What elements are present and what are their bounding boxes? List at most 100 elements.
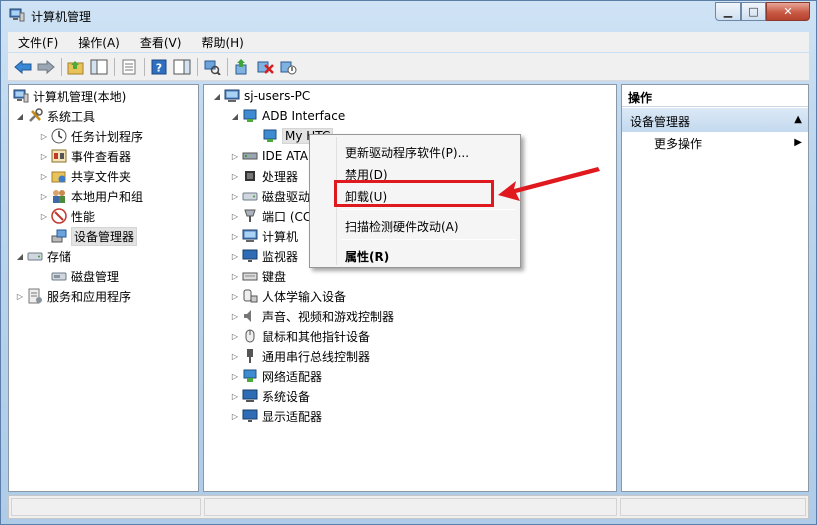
tree-item-label: 系统工具 (47, 109, 96, 124)
close-button[interactable]: ✕ (766, 2, 810, 21)
tree-item-disk-management[interactable]: 磁盘管理 (51, 266, 119, 286)
update-driver-button[interactable] (231, 56, 253, 78)
display-adapter-icon (242, 409, 258, 422)
back-button[interactable] (12, 56, 34, 78)
menu-update-driver[interactable]: 更新驱动程序软件(P)... (313, 140, 517, 162)
storage-icon (27, 252, 43, 261)
forward-button[interactable] (35, 56, 57, 78)
tree-item-storage[interactable]: ◢ 存储 (15, 246, 71, 266)
scan-hardware-button[interactable] (201, 56, 223, 78)
tree-item-label: 磁盘管理 (71, 269, 120, 284)
computer-icon (224, 89, 240, 102)
device-category-label: 人体学输入设备 (262, 289, 347, 304)
tree-item-task-scheduler[interactable]: ▷ 任务计划程序 (39, 126, 143, 146)
collapsed-arrow-icon[interactable]: ▷ (230, 272, 240, 281)
device-category-hid[interactable]: ▷ 人体学输入设备 (230, 286, 346, 306)
collapsed-arrow-icon[interactable]: ▷ (39, 172, 49, 181)
device-category-display[interactable]: ▷ 显示适配器 (230, 406, 322, 426)
up-level-button[interactable] (65, 56, 87, 78)
device-category-network[interactable]: ▷ 网络适配器 (230, 366, 322, 386)
expanded-arrow-icon[interactable]: ◢ (212, 92, 222, 101)
tree-item-event-viewer[interactable]: ▷ 事件查看器 (39, 146, 131, 166)
device-category-keyboards[interactable]: ▷ 键盘 (230, 266, 286, 286)
menu-action[interactable]: 操作(A) (68, 34, 130, 51)
collapsed-arrow-icon[interactable]: ▷ (230, 192, 240, 201)
collapsed-arrow-icon[interactable]: ▷ (230, 292, 240, 301)
menu-properties[interactable]: 属性(R) (313, 244, 517, 266)
collapsed-arrow-icon[interactable]: ▷ (39, 152, 49, 161)
tree-item-label: 本地用户和组 (71, 189, 144, 204)
collapse-up-icon[interactable]: ▲ (794, 114, 802, 125)
collapsed-arrow-icon[interactable]: ▷ (230, 392, 240, 401)
export-list-button[interactable] (118, 56, 140, 78)
collapsed-arrow-icon[interactable]: ▷ (15, 292, 25, 301)
cpu-icon (245, 171, 255, 181)
action-pane-icon (173, 59, 191, 74)
menu-view[interactable]: 查看(V) (130, 34, 192, 51)
expanded-arrow-icon[interactable]: ◢ (230, 112, 240, 121)
uninstall-highlight-box (334, 180, 494, 207)
console-tree-pane[interactable]: 计算机管理(本地) ◢ 系统工具 ▷ 任务计划程序 ▷ 事件查看器 ▷ 共享文件… (8, 84, 199, 492)
toolbar: ? (8, 53, 809, 81)
close-icon: ✕ (783, 5, 793, 18)
menu-scan-hardware[interactable]: 扫描检测硬件改动(A) (313, 214, 517, 236)
collapsed-arrow-icon[interactable]: ▷ (230, 352, 240, 361)
collapsed-arrow-icon[interactable]: ▷ (230, 332, 240, 341)
minimize-button[interactable]: ▁ (715, 2, 741, 21)
tree-item-local-users-groups[interactable]: ▷ 本地用户和组 (39, 186, 143, 206)
performance-icon (51, 208, 67, 224)
expanded-arrow-icon[interactable]: ◢ (15, 112, 25, 121)
device-root[interactable]: ◢ sj-users-PC (212, 86, 310, 106)
tree-item-shared-folders[interactable]: ▷ 共享文件夹 (39, 166, 131, 186)
device-category-label: 鼠标和其他指针设备 (262, 329, 371, 344)
device-category-usb[interactable]: ▷ 通用串行总线控制器 (230, 346, 370, 366)
maximize-button[interactable]: □ (741, 2, 766, 21)
collapsed-arrow-icon[interactable]: ▷ (230, 232, 240, 241)
show-hide-tree-button[interactable] (88, 56, 110, 78)
more-actions-link[interactable]: 更多操作 (654, 135, 702, 152)
device-category-label: 系统设备 (262, 389, 311, 404)
collapsed-arrow-icon[interactable]: ▷ (230, 212, 240, 221)
menu-help[interactable]: 帮助(H) (191, 34, 253, 51)
device-category-mice[interactable]: ▷ 鼠标和其他指针设备 (230, 326, 370, 346)
collapsed-arrow-icon[interactable]: ▷ (39, 212, 49, 221)
show-action-pane-button[interactable] (171, 56, 193, 78)
collapsed-arrow-icon[interactable]: ▷ (39, 132, 49, 141)
disk-icon (51, 272, 67, 281)
title-bar[interactable]: 计算机管理 ▁ □ ✕ (1, 1, 816, 31)
submenu-arrow-icon: ▶ (794, 137, 802, 148)
device-category-ports[interactable]: ▷ 端口 (CC (230, 206, 311, 226)
uninstall-button[interactable] (254, 56, 276, 78)
menu-bar: 文件(F) 操作(A) 查看(V) 帮助(H) (8, 32, 809, 52)
device-category-ide[interactable]: ▷ IDE ATA (230, 146, 308, 166)
device-category-adb[interactable]: ◢ ADB Interface (230, 106, 345, 126)
device-category-system[interactable]: ▷ 系统设备 (230, 386, 310, 406)
device-category-computer[interactable]: ▷ 计算机 (230, 226, 298, 246)
device-category-disk-drives[interactable]: ▷ 磁盘驱动 (230, 186, 310, 206)
device-category-monitors[interactable]: ▷ 监视器 (230, 246, 298, 266)
device-category-cpu[interactable]: ▷ 处理器 (230, 166, 298, 186)
collapsed-arrow-icon[interactable]: ▷ (230, 252, 240, 261)
tree-item-services-apps[interactable]: ▷ 服务和应用程序 (15, 286, 131, 306)
collapsed-arrow-icon[interactable]: ▷ (230, 172, 240, 181)
device-category-label: 计算机 (262, 229, 299, 244)
tree-item-performance[interactable]: ▷ 性能 (39, 206, 95, 226)
collapsed-arrow-icon[interactable]: ▷ (230, 412, 240, 421)
tree-item-device-manager[interactable]: 设备管理器 (51, 226, 138, 246)
collapsed-arrow-icon[interactable]: ▷ (230, 372, 240, 381)
disable-button[interactable] (277, 56, 299, 78)
tree-item-computer-management[interactable]: 计算机管理(本地) (13, 86, 126, 106)
network-icon (243, 369, 257, 382)
collapsed-arrow-icon[interactable]: ▷ (230, 152, 240, 161)
device-category-label: 处理器 (262, 169, 299, 184)
expanded-arrow-icon[interactable]: ◢ (15, 252, 25, 261)
menu-file[interactable]: 文件(F) (8, 34, 68, 51)
collapsed-arrow-icon[interactable]: ▷ (39, 192, 49, 201)
help-button[interactable]: ? (148, 56, 170, 78)
services-icon (28, 288, 42, 304)
help-icon: ? (151, 59, 167, 74)
collapsed-arrow-icon[interactable]: ▷ (230, 312, 240, 321)
device-category-sound[interactable]: ▷ 声音、视频和游戏控制器 (230, 306, 394, 326)
tree-item-system-tools[interactable]: ◢ 系统工具 (15, 106, 95, 126)
actions-section-device-manager[interactable]: 设备管理器 ▲ (622, 108, 808, 132)
